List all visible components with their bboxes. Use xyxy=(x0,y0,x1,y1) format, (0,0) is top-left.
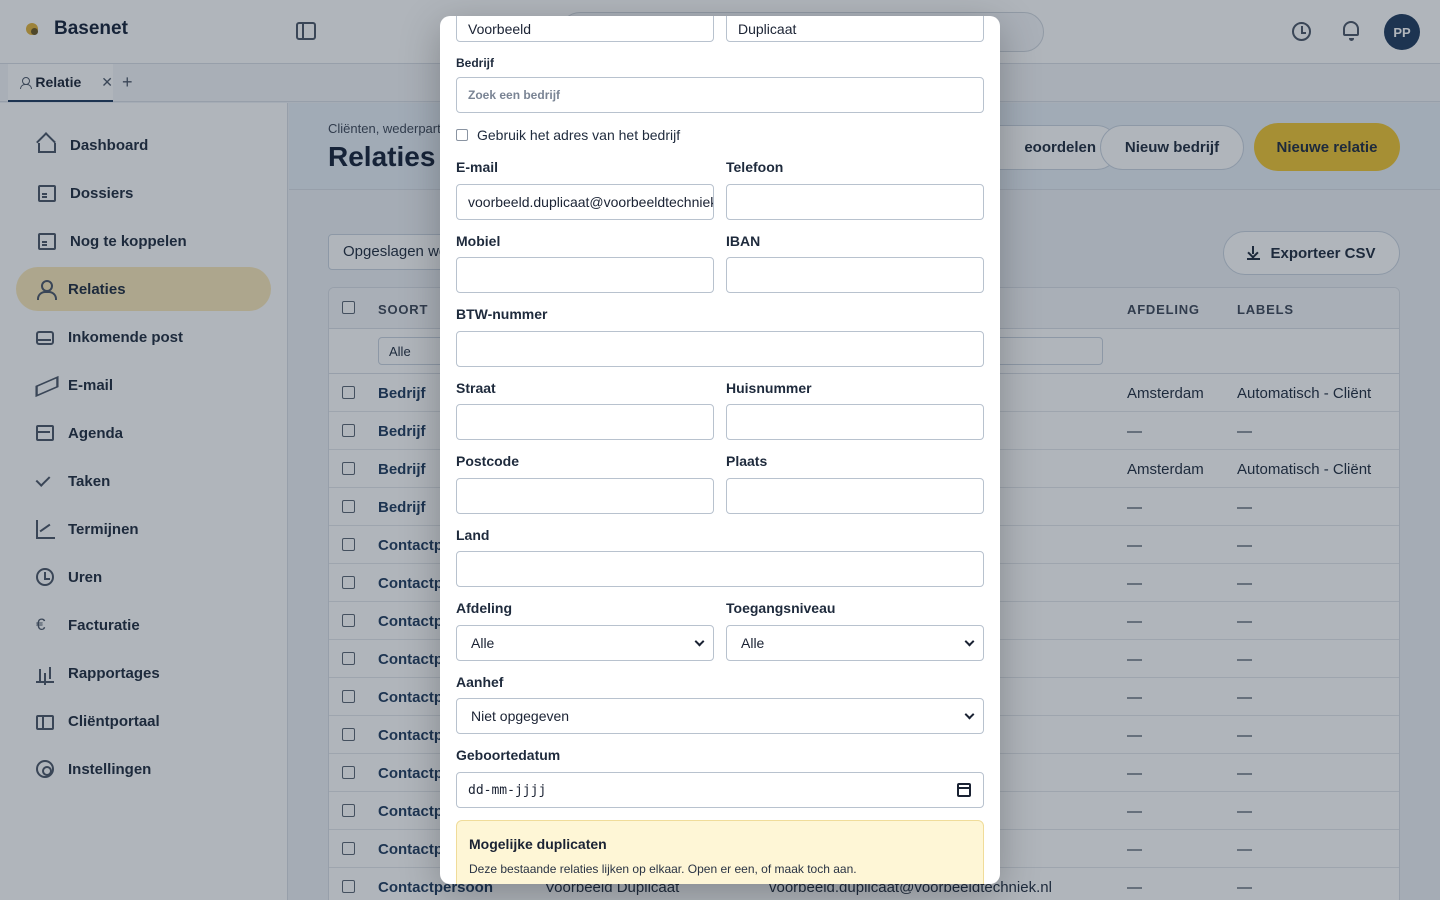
vat-input[interactable] xyxy=(456,331,984,367)
chevron-down-icon xyxy=(694,636,705,647)
department-label: Afdeling xyxy=(456,600,512,616)
possible-duplicates-text: Deze bestaande relaties lijken op elkaar… xyxy=(469,862,857,876)
salutation-select[interactable]: Niet opgegeven xyxy=(456,698,984,734)
city-input[interactable] xyxy=(726,478,984,514)
department-select-value: Alle xyxy=(471,635,495,651)
postcode-label: Postcode xyxy=(456,453,520,469)
mobile-label: Mobiel xyxy=(456,233,501,249)
last-name-input[interactable]: Duplicaat xyxy=(726,16,984,42)
chevron-down-icon xyxy=(964,636,975,647)
use-company-address-label: Gebruik het adres van het bedrijf xyxy=(477,127,681,143)
email-input[interactable]: voorbeeld.duplicaat@voorbeeldtechniek.nl xyxy=(456,184,714,220)
first-name-input[interactable]: Voorbeeld xyxy=(456,16,714,42)
birthdate-label: Geboortedatum xyxy=(456,747,561,763)
birthdate-placeholder: dd-mm-jjjj xyxy=(468,782,547,798)
salutation-label: Aanhef xyxy=(456,674,504,690)
possible-duplicates-title: Mogelijke duplicaten xyxy=(469,836,607,852)
salutation-select-value: Niet opgegeven xyxy=(471,708,570,724)
street-input[interactable] xyxy=(456,404,714,440)
possible-duplicates-panel: Mogelijke duplicaten Deze bestaande rela… xyxy=(456,820,984,884)
access-level-select-value: Alle xyxy=(741,635,765,651)
vat-label: BTW-nummer xyxy=(456,306,548,322)
calendar-icon[interactable] xyxy=(957,783,971,797)
access-level-select[interactable]: Alle xyxy=(726,625,984,661)
house-number-input[interactable] xyxy=(726,404,984,440)
house-number-label: Huisnummer xyxy=(726,380,812,396)
use-company-address-checkbox[interactable] xyxy=(456,129,468,141)
new-relation-modal: Voorbeeld Duplicaat Bedrijf Zoek een bed… xyxy=(440,16,1000,884)
phone-input[interactable] xyxy=(726,184,984,220)
department-select[interactable]: Alle xyxy=(456,625,714,661)
city-label: Plaats xyxy=(726,453,768,469)
company-label: Bedrijf xyxy=(456,56,495,70)
postcode-input[interactable] xyxy=(456,478,714,514)
mobile-input[interactable] xyxy=(456,257,714,293)
street-label: Straat xyxy=(456,380,496,396)
iban-label: IBAN xyxy=(726,233,761,249)
access-level-label: Toegangsniveau xyxy=(726,600,836,616)
company-search-input[interactable]: Zoek een bedrijf xyxy=(456,77,984,113)
phone-label: Telefoon xyxy=(726,159,784,175)
email-label: E-mail xyxy=(456,159,499,175)
birthdate-input[interactable]: dd-mm-jjjj xyxy=(456,772,984,808)
country-label: Land xyxy=(456,527,490,543)
iban-input[interactable] xyxy=(726,257,984,293)
country-input[interactable] xyxy=(456,551,984,587)
chevron-down-icon xyxy=(964,709,975,720)
